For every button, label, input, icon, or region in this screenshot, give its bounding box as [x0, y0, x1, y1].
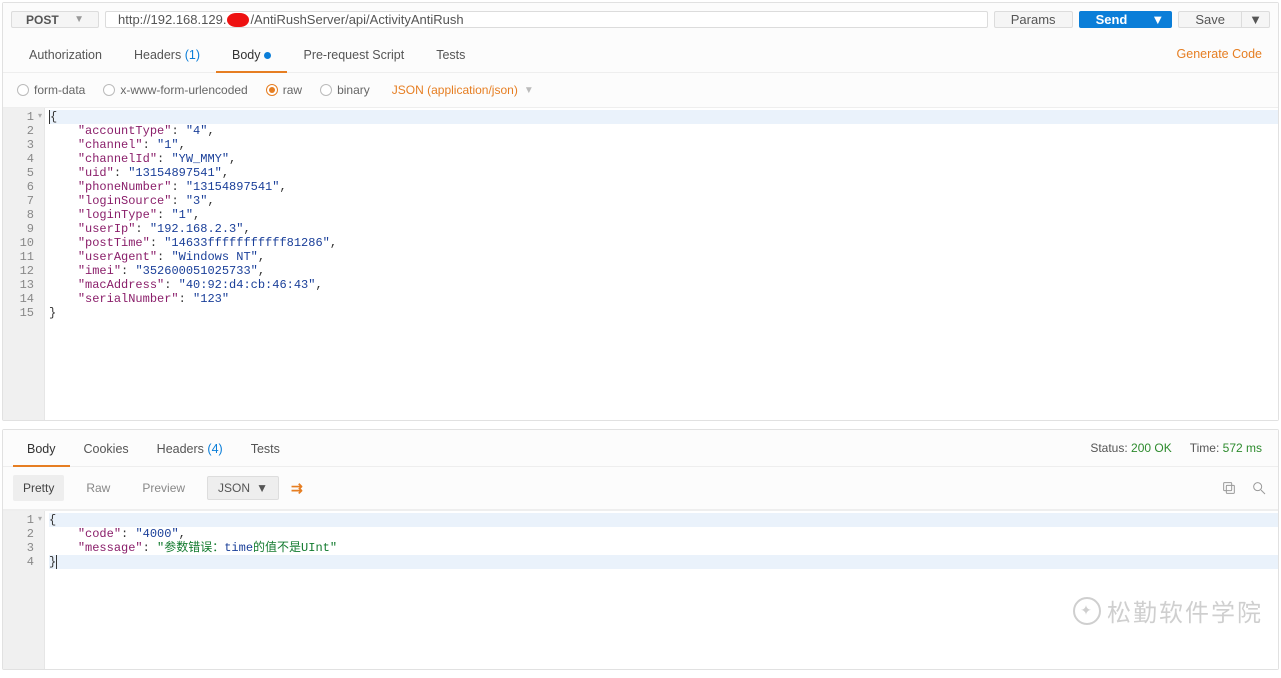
body-type-options: form-data x-www-form-urlencoded raw bina…	[3, 73, 1278, 107]
chevron-down-icon: ▼	[256, 481, 268, 495]
tab-label: Pre-request Script	[303, 48, 404, 62]
status-label: Status:	[1090, 441, 1127, 455]
tab-label: Cookies	[84, 442, 129, 456]
tab-count: (1)	[185, 48, 200, 62]
response-tabs: Body Cookies Headers (4) Tests Status: 2…	[3, 430, 1278, 467]
tab-label: Tests	[436, 48, 465, 62]
tab-resp-tests[interactable]: Tests	[237, 430, 294, 466]
response-format-select[interactable]: JSON ▼	[207, 476, 279, 500]
json-key: "message"	[78, 541, 143, 555]
http-method-label: POST	[26, 13, 59, 27]
tab-body[interactable]: Body	[216, 36, 288, 72]
generate-code-label: Generate Code	[1177, 47, 1262, 61]
editor-code[interactable]: { "accountType": "4", "channel": "1", "c…	[45, 108, 1278, 420]
tab-label: Headers	[134, 48, 181, 62]
save-button[interactable]: Save	[1178, 11, 1242, 28]
modified-dot-icon	[264, 52, 271, 59]
code-line: {	[49, 513, 56, 527]
request-tabs: Authorization Headers (1) Body Pre-reque…	[3, 36, 1278, 73]
copy-icon[interactable]	[1220, 479, 1238, 497]
view-preview-button[interactable]: Preview	[132, 475, 195, 501]
tab-headers[interactable]: Headers (1)	[118, 36, 216, 72]
content-type-label: JSON (application/json)	[392, 83, 518, 97]
json-value: time	[224, 541, 253, 555]
request-bar: POST ▼ http://192.168.129. /AntiRushServe…	[3, 3, 1278, 36]
radio-label: raw	[283, 83, 302, 97]
json-value: "参数错误：	[157, 541, 224, 555]
json-value: 的值不是UInt"	[253, 541, 337, 555]
radio-icon	[103, 84, 115, 96]
chevron-down-icon: ▼	[1151, 12, 1164, 27]
url-text-prefix: http://192.168.129.	[118, 12, 226, 27]
save-label: Save	[1195, 12, 1225, 27]
radio-icon	[320, 84, 332, 96]
tab-authorization[interactable]: Authorization	[13, 36, 118, 72]
json-value: "4000"	[135, 527, 178, 541]
tab-label: Body	[27, 442, 56, 456]
url-text-suffix: /AntiRushServer/api/ActivityAntiRush	[250, 12, 463, 27]
json-key: "code"	[78, 527, 121, 541]
view-pretty-button[interactable]: Pretty	[13, 475, 64, 501]
radio-icon	[266, 84, 278, 96]
radio-form-data[interactable]: form-data	[17, 83, 85, 97]
format-label: JSON	[218, 481, 250, 495]
send-button[interactable]: Send	[1079, 11, 1145, 28]
view-raw-button[interactable]: Raw	[76, 475, 120, 501]
save-dropdown-button[interactable]: ▼	[1242, 11, 1270, 28]
tab-label: Tests	[251, 442, 280, 456]
tab-resp-cookies[interactable]: Cookies	[70, 430, 143, 466]
tab-prerequest[interactable]: Pre-request Script	[287, 36, 420, 72]
generate-code-link[interactable]: Generate Code	[1171, 37, 1268, 71]
radio-urlencoded[interactable]: x-www-form-urlencoded	[103, 83, 247, 97]
tab-resp-headers[interactable]: Headers (4)	[143, 430, 237, 466]
wrap-lines-icon[interactable]: ⇉	[291, 480, 303, 497]
status-value: 200 OK	[1131, 441, 1172, 455]
chevron-down-icon: ▼	[1249, 12, 1262, 27]
editor-gutter: 1234	[3, 511, 45, 669]
radio-label: form-data	[34, 83, 85, 97]
content-type-select[interactable]: JSON (application/json) ▼	[392, 83, 534, 97]
save-button-group: Save ▼	[1178, 11, 1270, 28]
tab-count: (4)	[207, 442, 222, 456]
tab-tests[interactable]: Tests	[420, 36, 481, 72]
params-label: Params	[1011, 12, 1056, 27]
url-input[interactable]: http://192.168.129. /AntiRushServer/api/A…	[105, 11, 988, 28]
btn-label: Raw	[86, 481, 110, 495]
http-method-select[interactable]: POST ▼	[11, 11, 99, 28]
tab-label: Authorization	[29, 48, 102, 62]
btn-label: Preview	[142, 481, 185, 495]
send-button-group: Send ▼	[1079, 11, 1173, 28]
chevron-down-icon: ▼	[524, 85, 534, 96]
response-panel: Body Cookies Headers (4) Tests Status: 2…	[2, 429, 1279, 670]
redaction-mark	[227, 13, 249, 27]
tab-label: Headers	[157, 442, 204, 456]
radio-label: binary	[337, 83, 370, 97]
radio-label: x-www-form-urlencoded	[120, 83, 247, 97]
radio-raw[interactable]: raw	[266, 83, 302, 97]
search-icon[interactable]	[1250, 479, 1268, 497]
request-panel: POST ▼ http://192.168.129. /AntiRushServe…	[2, 2, 1279, 421]
response-toolbar: Pretty Raw Preview JSON ▼ ⇉	[3, 467, 1278, 510]
chevron-down-icon: ▼	[74, 14, 84, 25]
response-body-editor[interactable]: 1234 { "code": "4000", "message": "参数错误：…	[3, 510, 1278, 669]
tab-resp-body[interactable]: Body	[13, 430, 70, 466]
request-body-editor[interactable]: 123456789101112131415 { "accountType": "…	[3, 107, 1278, 420]
params-button[interactable]: Params	[994, 11, 1073, 28]
btn-label: Pretty	[23, 481, 54, 495]
time-label: Time:	[1190, 441, 1220, 455]
tab-label: Body	[232, 48, 261, 62]
editor-code[interactable]: { "code": "4000", "message": "参数错误：time的…	[45, 511, 1278, 669]
time-value: 572 ms	[1223, 441, 1262, 455]
editor-gutter: 123456789101112131415	[3, 108, 45, 420]
send-dropdown-button[interactable]: ▼	[1144, 11, 1172, 28]
radio-icon	[17, 84, 29, 96]
radio-binary[interactable]: binary	[320, 83, 370, 97]
response-status: Status: 200 OK Time: 572 ms	[1090, 441, 1268, 455]
send-label: Send	[1096, 12, 1128, 27]
